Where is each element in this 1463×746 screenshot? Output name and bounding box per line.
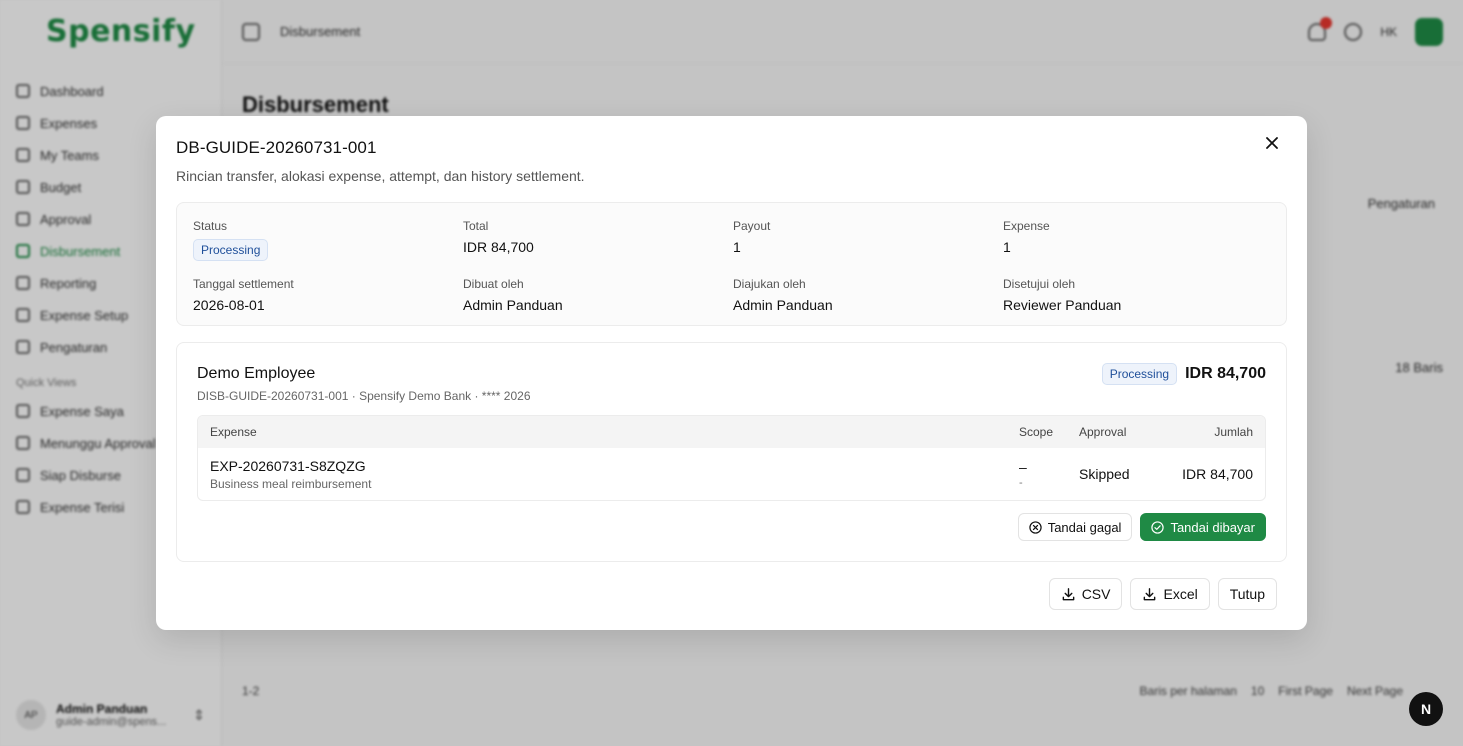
summary-total: Total IDR 84,700 [463, 219, 534, 255]
status-badge: Processing [193, 239, 269, 261]
dialog-actions: CSV Excel Tutup [1048, 578, 1277, 610]
expense-id: EXP-20260731-S8ZQZG [210, 457, 366, 474]
table-row: EXP-20260731-S8ZQZG Business meal reimbu… [198, 448, 1265, 500]
close-icon [1266, 137, 1278, 149]
x-circle-icon [1029, 520, 1042, 534]
expense-description: Business meal reimbursement [210, 476, 372, 491]
summary-expense: Expense 1 [1003, 219, 1050, 255]
close-button[interactable] [1263, 134, 1281, 152]
expense-table: Expense Scope Approval Jumlah EXP-202607… [197, 415, 1266, 501]
export-excel-button[interactable]: Excel [1130, 578, 1210, 610]
disbursement-detail-dialog: DB-GUIDE-20260731-001 Rincian transfer, … [156, 116, 1307, 630]
summary-panel: Status Processing Total IDR 84,700 Payou… [176, 202, 1287, 326]
download-icon [1144, 587, 1156, 600]
summary-submitted-by: Diajukan oleh Admin Panduan [733, 277, 833, 313]
next-dev-badge[interactable]: N [1409, 692, 1443, 726]
summary-payout: Payout 1 [733, 219, 771, 255]
dialog-title: DB-GUIDE-20260731-001 [176, 138, 377, 157]
mark-failed-button[interactable]: Tandai gagal [1017, 513, 1133, 541]
dialog-subtitle: Rincian transfer, alokasi expense, attem… [176, 168, 585, 184]
summary-status: Status Processing [193, 219, 463, 261]
payout-meta: DISB-GUIDE-20260731-001 · Spensify Demo … [197, 389, 531, 403]
table-header: Expense Scope Approval Jumlah [198, 416, 1265, 448]
download-icon [1062, 587, 1075, 600]
summary-approved-by: Disetujui oleh Reviewer Panduan [1003, 277, 1122, 313]
scope-sub-value: - [1019, 477, 1023, 489]
summary-created-by: Dibuat oleh Admin Panduan [463, 277, 563, 313]
payout-actions: Tandai gagal Tandai dibayar [1017, 513, 1266, 541]
export-csv-button[interactable]: CSV [1048, 578, 1123, 610]
payout-amount: IDR 84,700 [1185, 365, 1266, 382]
approval-value: Skipped [1079, 466, 1130, 482]
scope-value: – [1019, 459, 1027, 475]
mark-paid-button[interactable]: Tandai dibayar [1140, 513, 1266, 541]
check-circle-icon [1151, 520, 1165, 534]
payout-card: Demo Employee DISB-GUIDE-20260731-001 · … [176, 342, 1287, 562]
expense-amount: IDR 84,700 [1182, 466, 1253, 482]
payout-summary: Processing IDR 84,700 [1101, 363, 1266, 385]
summary-settlement-date: Tanggal settlement 2026-08-01 [193, 277, 294, 313]
close-dialog-button[interactable]: Tutup [1217, 578, 1277, 610]
payout-status-badge: Processing [1101, 363, 1178, 385]
